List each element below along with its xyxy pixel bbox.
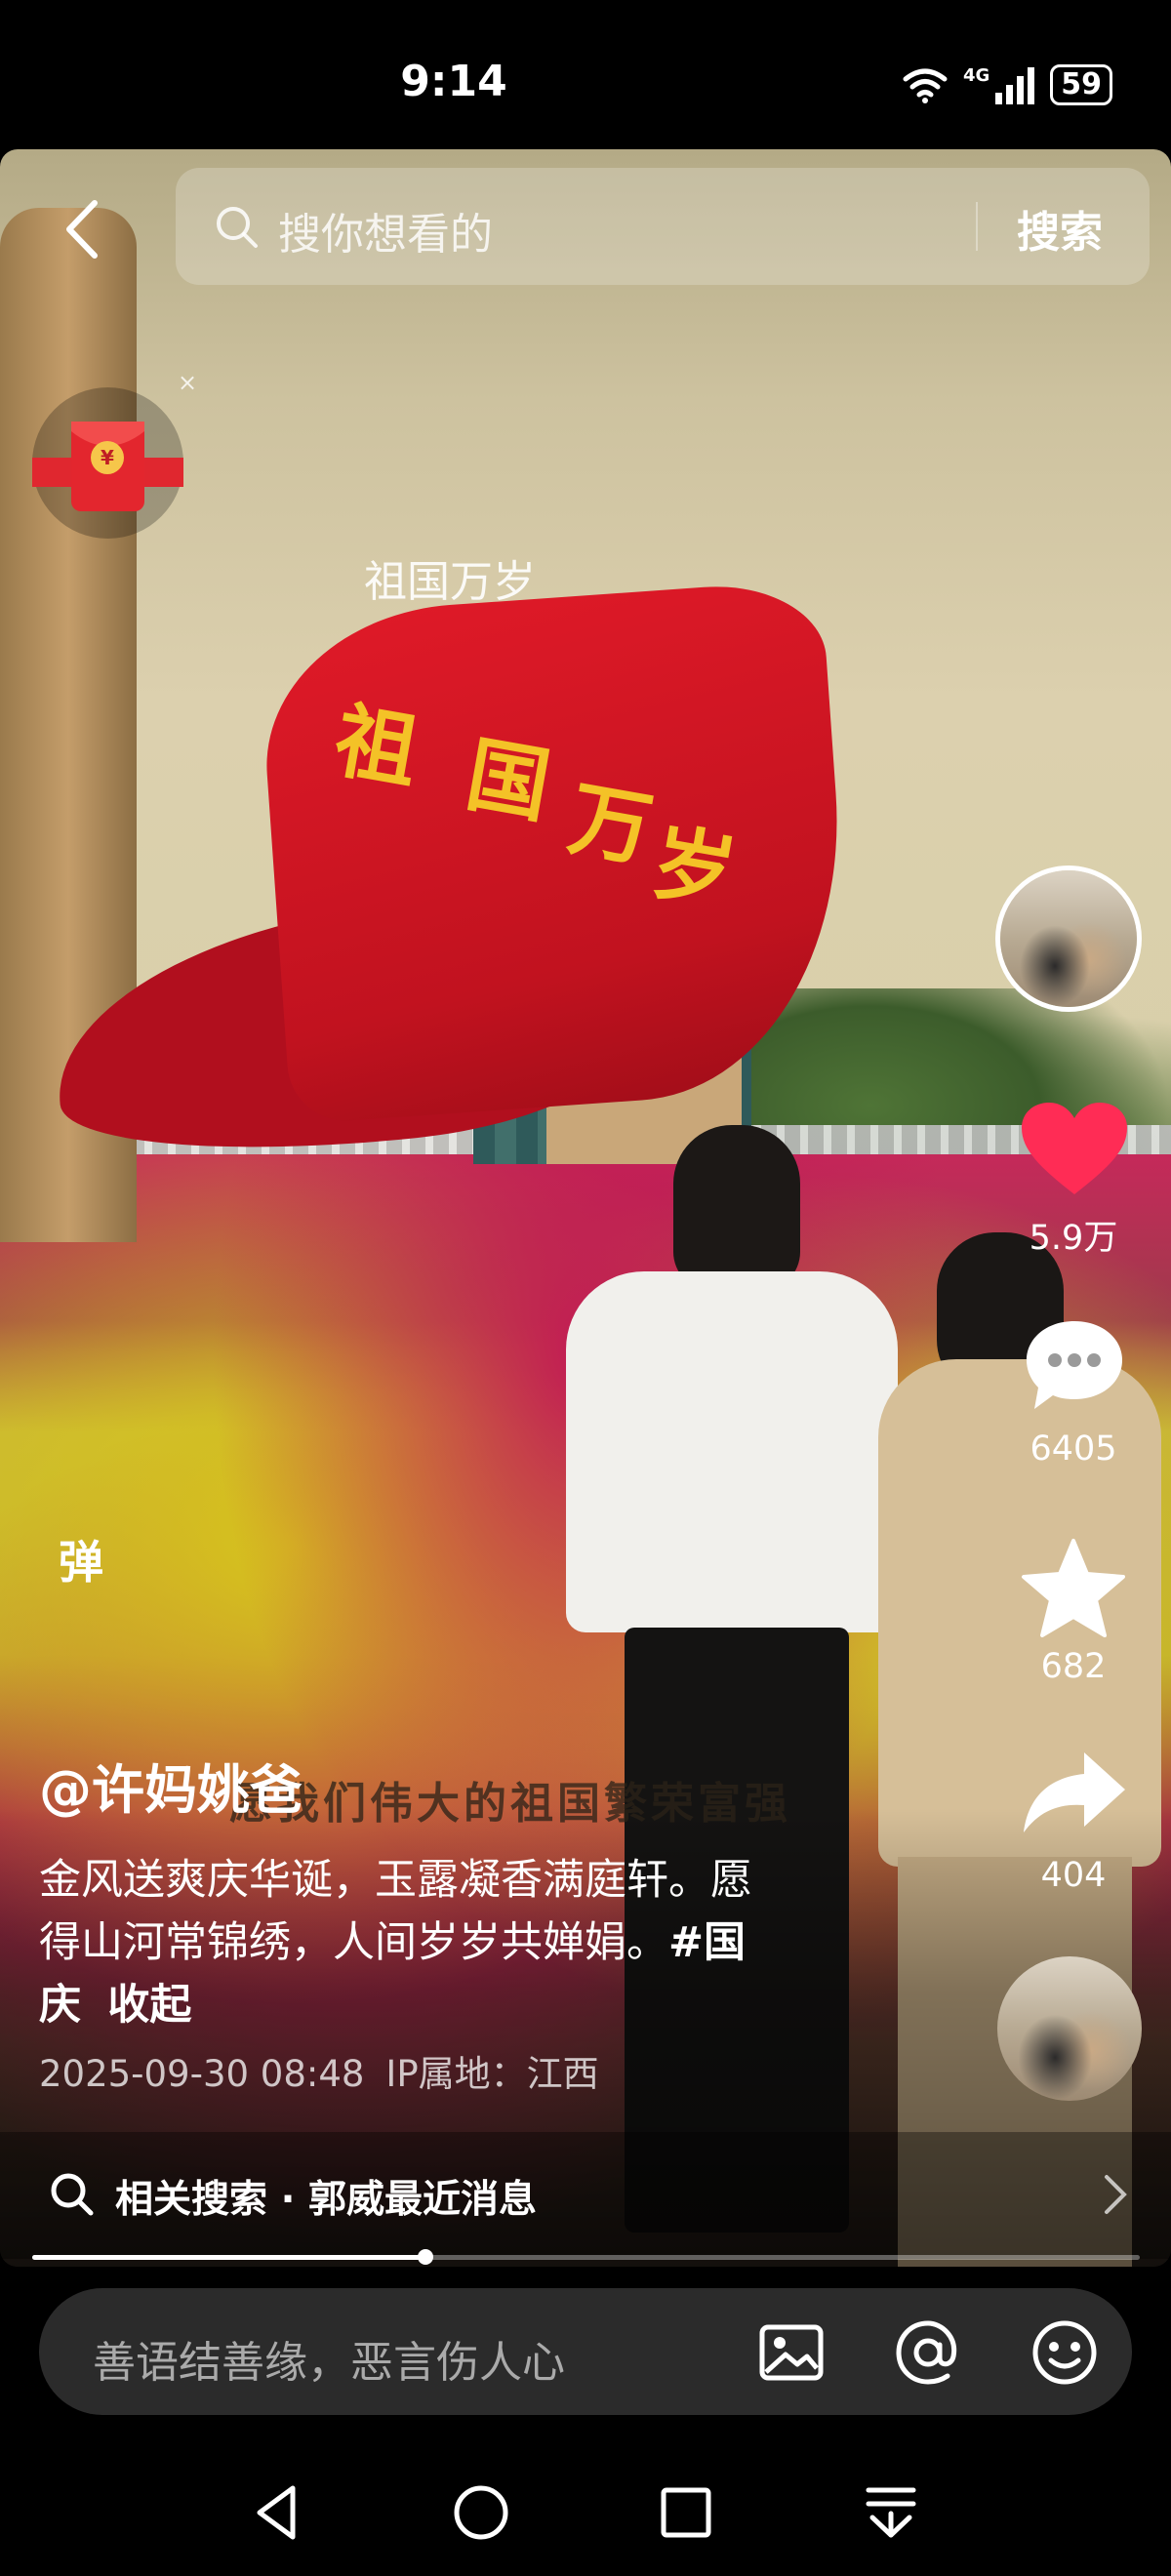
author-avatar[interactable] bbox=[995, 865, 1142, 1012]
post-date: 2025-09-30 08:48 bbox=[39, 2053, 365, 2095]
image-icon[interactable] bbox=[756, 2317, 827, 2388]
back-icon[interactable] bbox=[54, 195, 112, 263]
star-icon[interactable] bbox=[1020, 1537, 1127, 1640]
status-time: 9:14 bbox=[400, 57, 507, 106]
battery-indicator: 59 bbox=[1050, 64, 1112, 105]
post-meta: 2025-09-30 08:48 IP属地：江西 bbox=[39, 2044, 621, 2097]
caption-line: 得山河常锦绣，人间岁岁共婵娟。#国 bbox=[39, 1912, 868, 1974]
red-packet-icon: ¥ bbox=[22, 422, 193, 511]
search-icon bbox=[51, 2173, 94, 2216]
search-icon bbox=[217, 207, 258, 248]
wifi-icon bbox=[903, 68, 948, 103]
nav-back-icon[interactable] bbox=[244, 2478, 312, 2547]
comment-icon[interactable] bbox=[1023, 1317, 1126, 1415]
heart-icon[interactable] bbox=[1020, 1101, 1129, 1198]
nav-menu-icon[interactable] bbox=[857, 2478, 925, 2547]
progress-handle[interactable] bbox=[417, 2249, 433, 2265]
share-icon[interactable] bbox=[1020, 1749, 1129, 1836]
video-subtitle: 愿我们伟大的祖国繁荣富强 bbox=[229, 1779, 791, 1829]
search-divider bbox=[976, 202, 978, 251]
danmaku-comment: 祖国万岁 bbox=[364, 557, 536, 607]
red-packet-widget[interactable]: ¥ bbox=[22, 387, 193, 539]
system-nav-bar bbox=[0, 2449, 1171, 2576]
favorite-count: 682 bbox=[1040, 1647, 1107, 1686]
music-disc[interactable] bbox=[997, 1956, 1142, 2101]
status-icons: 4G 59 bbox=[901, 60, 1112, 109]
at-icon[interactable] bbox=[893, 2317, 963, 2388]
nav-recents-icon[interactable] bbox=[652, 2478, 720, 2547]
share-count: 404 bbox=[1040, 1856, 1107, 1895]
search-button[interactable]: 搜索 bbox=[1017, 197, 1103, 260]
comment-input[interactable]: 善语结善缘，恶言伤人心 bbox=[93, 2327, 565, 2390]
collapse-button[interactable]: 收起 bbox=[107, 1981, 191, 2030]
related-search-label: 相关搜索 · 郭威最近消息 bbox=[115, 2178, 537, 2222]
comment-bar[interactable]: 善语结善缘，恶言伤人心 bbox=[39, 2288, 1132, 2415]
search-input[interactable]: 搜你想看的 bbox=[278, 199, 493, 262]
nav-home-icon[interactable] bbox=[447, 2478, 515, 2547]
danmaku-toggle-button[interactable]: 弹 bbox=[59, 1527, 103, 1591]
ip-location: IP属地：江西 bbox=[385, 2053, 599, 2095]
comment-count: 6405 bbox=[1030, 1429, 1117, 1469]
caption-line: 庆 收起 bbox=[39, 1974, 868, 2036]
music-disc-image bbox=[997, 1956, 1142, 2101]
related-search-bar[interactable]: 相关搜索 · 郭威最近消息 bbox=[0, 2132, 1171, 2259]
hashtag-link-continued[interactable]: 庆 bbox=[39, 1981, 81, 2030]
hashtag-link[interactable]: #国 bbox=[668, 1918, 746, 1967]
author-name[interactable]: @许妈姚爸 bbox=[39, 1747, 303, 1824]
avatar-image bbox=[1000, 870, 1137, 1007]
post-caption: 金风送爽庆华诞，玉露凝香满庭轩。愿 得山河常锦绣，人间岁岁共婵娟。#国 庆 收起 bbox=[39, 1849, 868, 2036]
status-bar: 9:14 4G 59 bbox=[0, 0, 1171, 151]
like-count: 5.9万 bbox=[1029, 1219, 1118, 1258]
red-packet-symbol: ¥ bbox=[101, 446, 114, 469]
signal-icon bbox=[995, 67, 1035, 104]
network-type: 4G bbox=[962, 65, 990, 86]
red-packet-close-button[interactable]: × bbox=[178, 369, 197, 396]
search-bar[interactable]: 搜你想看的 搜索 bbox=[176, 168, 1150, 285]
caption-text: 得山河常锦绣，人间岁岁共婵娟。 bbox=[39, 1918, 668, 1967]
progress-fill bbox=[32, 2255, 425, 2260]
chevron-right-icon bbox=[1105, 2175, 1127, 2214]
caption-line: 金风送爽庆华诞，玉露凝香满庭轩。愿 bbox=[39, 1856, 752, 1905]
video-progress-bar[interactable] bbox=[32, 2249, 1140, 2265]
emoji-icon[interactable] bbox=[1030, 2317, 1100, 2388]
